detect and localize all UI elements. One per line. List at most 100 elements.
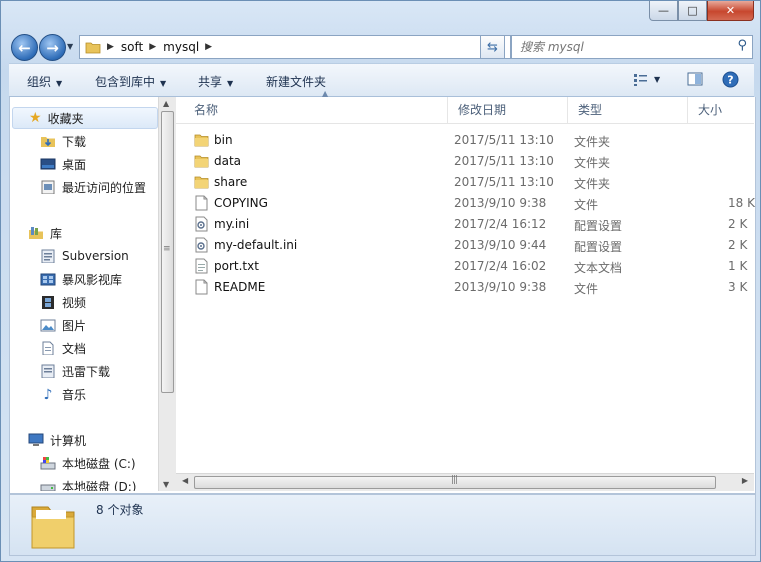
nav-computer-label: 计算机 [50, 433, 87, 448]
nav-xunlei[interactable]: 迅雷下载 [40, 361, 110, 381]
navigation-pane: ★ 收藏夹 下载 桌面 最近访问的位置 库 Subversion 暴风影视库 视… [10, 97, 158, 491]
file-name: my-default.ini [214, 238, 298, 252]
view-options-icon[interactable] [633, 72, 649, 86]
view-dropdown-icon[interactable]: ▼ [654, 75, 660, 84]
refresh-icon: ⇆ [487, 39, 498, 55]
file-row[interactable]: port.txt 2017/2/4 16:02 文本文档 1 K [176, 256, 754, 277]
subversion-library-icon [41, 249, 55, 263]
new-folder-button[interactable]: 新建文件夹 [266, 73, 326, 90]
folder-icon [85, 42, 101, 54]
file-row[interactable]: data 2017/5/11 13:10 文件夹 [176, 151, 754, 172]
include-in-library-button[interactable]: 包含到库中 ▼ [95, 73, 166, 90]
column-name[interactable]: 名称 [184, 97, 448, 123]
navigation-bar: ← → ▼ ▶ soft ▶ mysql ▶ ▼ ⇆ ⚲ [9, 32, 755, 62]
nav-libraries[interactable]: 库 [28, 223, 62, 243]
file-size: 2 K [728, 238, 748, 252]
file-date: 2017/5/11 13:10 [454, 175, 554, 189]
file-row[interactable]: bin 2017/5/11 13:10 文件夹 [176, 130, 754, 151]
nav-documents[interactable]: 文档 [40, 338, 86, 358]
forward-arrow-icon: → [46, 38, 59, 57]
search-box[interactable]: ⚲ [511, 35, 753, 59]
library-icon [29, 227, 43, 239]
nav-pictures[interactable]: 图片 [40, 315, 86, 335]
back-arrow-icon: ← [18, 38, 31, 57]
back-button[interactable]: ← [11, 34, 38, 61]
refresh-button[interactable]: ⇆ [480, 35, 505, 59]
file-list-horizontal-scrollbar[interactable]: ◀ ||| ▶ [176, 473, 754, 491]
breadcrumb-separator-icon[interactable]: ▶ [107, 42, 114, 52]
nav-downloads[interactable]: 下载 [40, 131, 86, 151]
nav-recent-places[interactable]: 最近访问的位置 [40, 177, 146, 197]
nav-disk-d[interactable]: 本地磁盘 (D:) [40, 476, 136, 491]
nav-disk-d-label: 本地磁盘 (D:) [62, 479, 137, 492]
file-date: 2013/9/10 9:38 [454, 280, 547, 294]
nav-music-label: 音乐 [62, 387, 87, 402]
file-size: 18 K [728, 196, 755, 210]
nav-disk-c[interactable]: 本地磁盘 (C:) [40, 453, 136, 473]
file-date: 2013/9/10 9:38 [454, 196, 547, 210]
scroll-right-icon[interactable]: ▶ [742, 476, 748, 485]
nav-subversion[interactable]: Subversion [40, 246, 129, 266]
file-date: 2017/5/11 13:10 [454, 154, 554, 168]
scroll-left-icon[interactable]: ◀ [182, 476, 188, 485]
breadcrumb-separator-icon[interactable]: ▶ [205, 42, 212, 52]
help-icon[interactable]: ? [722, 71, 739, 88]
close-button[interactable]: ✕ [707, 1, 754, 21]
file-row[interactable]: README 2013/9/10 9:38 文件 3 K [176, 277, 754, 298]
forward-button[interactable]: → [39, 34, 66, 61]
file-type: 配置设置 [574, 240, 623, 254]
picture-icon [40, 319, 56, 332]
document-icon [42, 341, 54, 355]
file-date: 2017/2/4 16:02 [454, 259, 547, 273]
search-input[interactable] [518, 39, 722, 55]
config-file-icon [195, 237, 208, 253]
column-size[interactable]: 大小 [688, 97, 754, 123]
scroll-grip-icon: ≡ [163, 244, 171, 254]
nav-recent-label: 最近访问的位置 [62, 180, 147, 195]
navpane-vertical-scrollbar[interactable]: ▲ ≡ ▼ [158, 97, 176, 491]
config-file-icon [195, 216, 208, 232]
scroll-down-icon[interactable]: ▼ [163, 480, 169, 489]
recent-pages-dropdown-icon[interactable]: ▼ [67, 42, 73, 51]
nav-subversion-label: Subversion [62, 249, 129, 263]
nav-music[interactable]: ♪ 音乐 [40, 384, 86, 404]
nav-disk-c-label: 本地磁盘 (C:) [62, 456, 136, 471]
nav-favorites[interactable]: ★ 收藏夹 [12, 107, 158, 129]
file-type: 文本文档 [574, 261, 623, 275]
nav-computer[interactable]: 计算机 [28, 430, 86, 450]
file-name: my.ini [214, 217, 250, 231]
minimize-button[interactable]: — [649, 1, 678, 21]
breadcrumb-mysql[interactable]: mysql [163, 40, 199, 54]
breadcrumb-soft[interactable]: soft [121, 40, 143, 54]
nav-desktop[interactable]: 桌面 [40, 154, 86, 174]
file-type: 文件夹 [574, 135, 611, 149]
include-in-library-label: 包含到库中 [95, 75, 156, 89]
organize-label: 组织 [27, 75, 52, 89]
content-area: ★ 收藏夹 下载 桌面 最近访问的位置 库 Subversion 暴风影视库 视… [9, 89, 756, 494]
nav-baofeng[interactable]: 暴风影视库 [40, 269, 122, 289]
folder-icon [194, 176, 209, 189]
address-bar[interactable]: ▶ soft ▶ mysql ▶ ▼ [79, 35, 511, 59]
file-date: 2017/5/11 13:10 [454, 133, 554, 147]
organize-button[interactable]: 组织 ▼ [27, 73, 62, 90]
share-button[interactable]: 共享 ▼ [198, 73, 233, 90]
breadcrumb-separator-icon[interactable]: ▶ [149, 42, 156, 52]
file-type: 配置设置 [574, 219, 623, 233]
column-date[interactable]: 修改日期 [448, 97, 568, 123]
file-row[interactable]: share 2017/5/11 13:10 文件夹 [176, 172, 754, 193]
nav-videos[interactable]: 视频 [40, 292, 86, 312]
downloads-folder-icon [41, 137, 55, 147]
file-row[interactable]: COPYING 2013/9/10 9:38 文件 18 K [176, 193, 755, 214]
column-type[interactable]: 类型 [568, 97, 688, 123]
maximize-button[interactable]: □ [678, 1, 707, 21]
search-icon[interactable]: ⚲ [737, 38, 747, 53]
command-bar: 组织 ▼ 包含到库中 ▼ 共享 ▼ 新建文件夹 ▼ ? [9, 63, 754, 97]
file-type: 文件夹 [574, 177, 611, 191]
file-row[interactable]: my.ini 2017/2/4 16:12 配置设置 2 K [176, 214, 754, 235]
video-library-icon [40, 273, 56, 286]
scroll-up-icon[interactable]: ▲ [163, 99, 169, 108]
system-drive-icon [40, 457, 56, 470]
file-row[interactable]: my-default.ini 2013/9/10 9:44 配置设置 2 K [176, 235, 754, 256]
details-pane: 8 个对象 [9, 494, 756, 556]
preview-pane-icon[interactable] [687, 72, 703, 86]
